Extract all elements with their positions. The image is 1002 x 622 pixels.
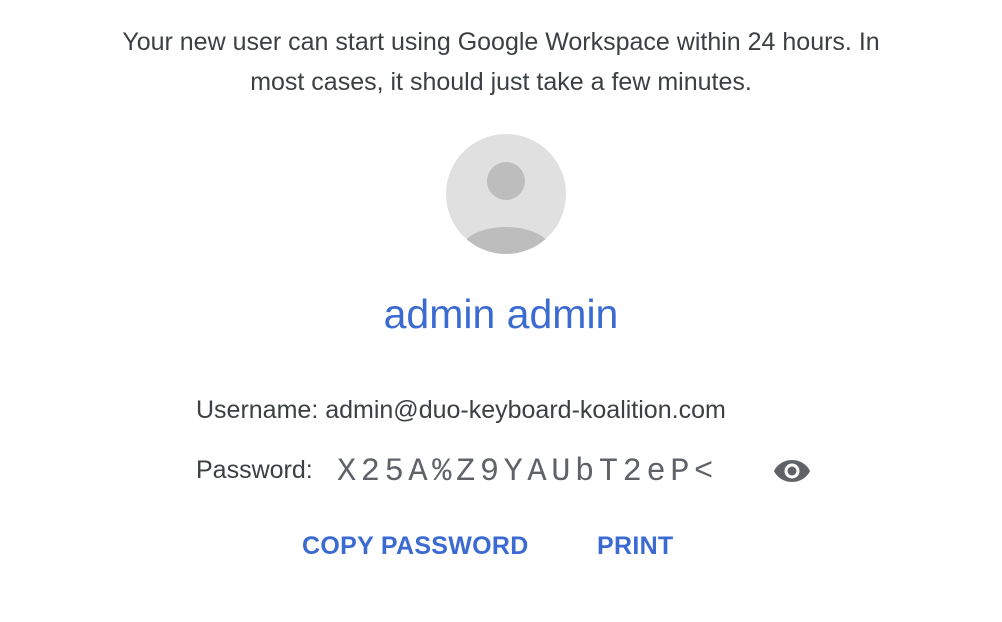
intro-message: Your new user can start using Google Wor…	[40, 22, 962, 102]
username-row: Username: admin@duo-keyboard-koalition.c…	[196, 394, 726, 426]
action-bar: COPY PASSWORD PRINT	[0, 528, 1002, 564]
username-value: admin@duo-keyboard-koalition.com	[325, 396, 726, 424]
print-button[interactable]: PRINT	[597, 528, 674, 564]
user-created-dialog: Your new user can start using Google Wor…	[0, 0, 1002, 622]
intro-line-2: most cases, it should just take a few mi…	[250, 68, 752, 96]
eye-icon[interactable]	[772, 454, 812, 488]
password-row: Password: X25A%Z9YAUbT2eP<	[196, 450, 816, 494]
user-display-name: admin admin	[383, 291, 619, 337]
intro-line-1: Your new user can start using Google Wor…	[122, 28, 880, 56]
username-label: Username:	[196, 396, 319, 424]
default-avatar-icon	[446, 134, 566, 254]
password-value: X25A%Z9YAUbT2eP<	[337, 453, 718, 490]
copy-password-button[interactable]: COPY PASSWORD	[302, 528, 529, 564]
password-label: Password:	[196, 456, 313, 484]
